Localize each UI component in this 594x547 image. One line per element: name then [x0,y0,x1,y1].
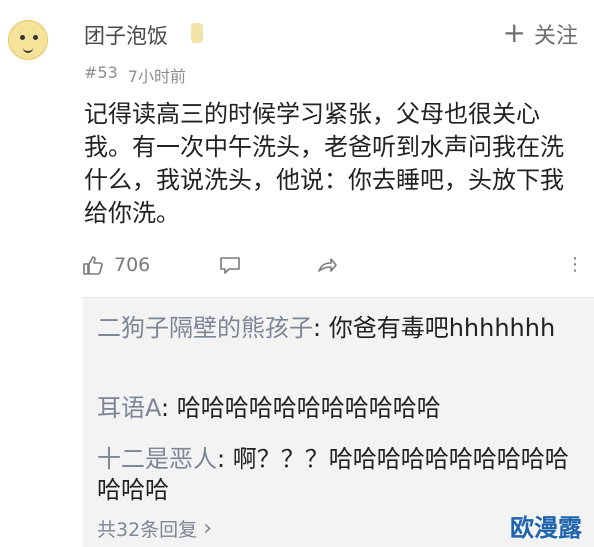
reply-user[interactable]: 耳语A [97,394,161,422]
floor-number: #53 [84,63,118,82]
comment-button[interactable] [218,250,242,280]
timestamp: 7小时前 [127,67,186,86]
share-button[interactable] [315,250,339,280]
more-button[interactable]: ⋮ [566,250,584,280]
reply-colon: : [217,445,233,473]
plus-icon: + [502,16,526,49]
avatar[interactable] [8,20,48,60]
reply-item[interactable]: 十二是恶人: 啊？？？哈哈哈哈哈哈哈哈哈哈哈哈哈 [97,444,577,506]
avatar-eye-left [20,35,25,40]
chevron-right-icon: › [203,515,212,541]
comment-page: 团子泡饭 + 关注 #53 7小时前 记得读高三的时候学习紧张，父母也很关心我。… [0,0,594,547]
share-icon [318,258,337,272]
watermark: 欧漫露 [510,514,582,542]
avatar-eye-right [33,35,38,40]
comment-meta: #53 7小时前 [84,63,186,87]
like-count: 706 [114,254,151,276]
reply-count-label: 共32条回复 [97,519,198,541]
comment-text: 记得读高三的时候学习紧张，父母也很关心我。有一次中午洗头，老爸听到水声问我在洗什… [84,100,564,227]
reply-colon: : [161,394,177,422]
thumbs-up-icon [83,256,103,275]
reply-colon: : [313,314,329,342]
username[interactable]: 团子泡饭 [84,20,168,50]
follow-button[interactable]: + 关注 [503,18,578,50]
like-button[interactable]: 706 [82,250,150,280]
more-vertical-icon: ⋮ [566,254,584,275]
follow-label: 关注 [533,24,578,49]
avatar-mouth [23,45,33,53]
comment-icon [220,257,240,274]
reply-user[interactable]: 二狗子隔壁的熊孩子 [97,314,313,342]
reply-item[interactable]: 耳语A: 哈哈哈哈哈哈哈哈哈哈哈 [97,393,577,424]
level-badge [191,23,203,43]
reply-item[interactable]: 二狗子隔壁的熊孩子: 你爸有毒吧hhhhhhh [97,313,577,344]
comment-actions: 706 ⋮ [82,250,592,280]
reply-text: 哈哈哈哈哈哈哈哈哈哈哈 [176,394,441,422]
reply-user[interactable]: 十二是恶人 [97,445,217,473]
reply-count-link[interactable]: 共32条回复 › [97,515,212,542]
reply-text: 你爸有毒吧hhhhhhh [328,314,556,342]
